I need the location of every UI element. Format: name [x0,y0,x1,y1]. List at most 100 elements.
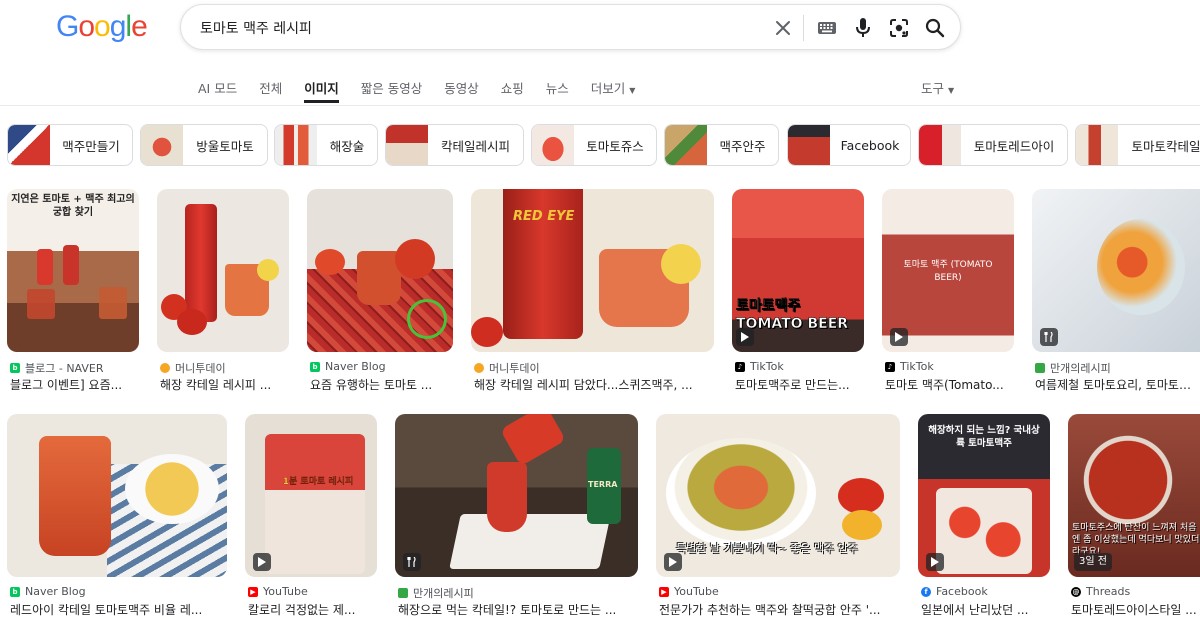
search-box[interactable]: 토마토 맥주 레시피 [180,4,961,50]
source-label: 만개의레시피 [413,587,474,600]
threads-favicon-icon: @ [1071,586,1081,597]
source-label: Threads [1086,585,1131,598]
chip-related-search[interactable]: 해장술 [274,124,378,166]
video-play-badge-icon [926,553,944,571]
video-play-badge-icon [253,553,271,571]
caret-down-icon: ▼ [948,86,955,95]
image-result[interactable]: 특별한 날 기분내기 딱~ 좋은 맥주 안주 ▶ YouTube 전문가가 추천하… [656,414,900,624]
image-caption[interactable]: 해장으로 먹는 칵테일!? 토마토로 만드는 ... [398,601,637,618]
chip-label: 맥주만들기 [62,138,120,154]
image-thumbnail: 토마토 맥주 (TOMATO BEER) [882,189,1014,352]
chip-thumbnail [532,125,574,165]
image-source: ▶ YouTube [659,585,719,598]
image-thumbnail: RED EYE [471,189,714,352]
image-overlay-text: 특별한 날 기분내기 딱~ 좋은 맥주 안주 [676,542,858,555]
image-source: 머니투데이 [474,360,540,376]
chip-thumbnail [1076,125,1118,165]
glass-shape [39,436,111,556]
image-caption[interactable]: 일본에서 난리났던 ... [921,601,1049,618]
image-caption[interactable]: 전문가가 추천하는 맥주와 찰떡궁합 안주 '... [659,601,899,618]
tab-videos[interactable]: 동영상 [444,78,479,106]
logo-letter: o [78,10,95,43]
image-caption[interactable]: 요즘 유행하는 토마토 ... [310,376,452,393]
bottle-shape [499,414,567,467]
tab-shopping[interactable]: 쇼핑 [501,78,524,106]
source-label: TikTok [750,360,784,373]
image-caption[interactable]: 레드아이 칵테일 토마토맥주 비율 레... [10,601,226,618]
facebook-favicon-icon: f [921,586,931,597]
tab-label: 전체 [259,81,283,96]
glass-shape [27,289,55,319]
microphone-icon[interactable] [851,16,875,40]
image-result[interactable]: 토마토 맥주 (TOMATO BEER) ♪ TikTok 토마토 맥주(Toma… [882,189,1014,392]
image-overlay-text: 1분 토마토 레시피 [282,477,354,487]
tab-images[interactable]: 이미지 [304,78,339,106]
image-result[interactable]: 1분 토마토 레시피 ▶ YouTube 칼로리 걱정없는 제... [245,414,377,624]
image-source: ▶ YouTube [248,585,308,598]
lemon-shape [257,259,279,281]
chip-related-search[interactable]: 칵테일레시피 [385,124,524,166]
tab-label: 짧은 동영상 [360,81,423,96]
tools-button[interactable]: 도구 ▼ [921,78,954,97]
image-source: ♪ TikTok [735,360,784,373]
image-caption[interactable]: 토마토맥주로 만드는... [735,376,863,393]
tab-label: 이미지 [304,81,339,96]
recipe-utensils-badge-icon [403,553,421,571]
bottle-shape [63,245,79,285]
chip-related-search[interactable]: 방울토마토 [140,124,268,166]
image-result[interactable]: TERRA 만개의레시피 해장으로 먹는 칵테일!? 토마토로 만드는 ... [395,414,638,624]
chip-related-search[interactable]: 토마토칵테일 [1075,124,1200,166]
search-input[interactable]: 토마토 맥주 레시피 [200,18,312,38]
google-logo[interactable]: Google [56,10,148,44]
tab-label: AI 모드 [198,81,238,96]
tab-all[interactable]: 전체 [259,78,282,106]
image-source: b Naver Blog [10,585,86,598]
image-caption[interactable]: 여름제철 토마토요리, 토마토마리네이드 [1035,376,1199,393]
image-result[interactable]: 토마토맥주 TOMATO BEER ♪ TikTok 토마토맥주로 만드는... [732,189,864,392]
chip-related-search[interactable]: 토마토레드아이 [918,124,1068,166]
image-source: b Naver Blog [310,360,386,373]
image-caption[interactable]: 해장 칵테일 레시피 담았다...스퀴즈맥주, ... [474,376,713,393]
naver-blog-favicon-icon: b [310,361,320,372]
image-result[interactable]: b Naver Blog 레드아이 칵테일 토마토맥주 비율 레... [7,414,227,624]
image-result[interactable]: 만개의레시피 여름제철 토마토요리, 토마토마리네이드 [1032,189,1200,392]
search-icon[interactable] [923,16,947,40]
image-source: 머니투데이 [160,360,226,376]
chip-related-search[interactable]: Facebook [787,124,911,166]
image-source: @ Threads [1071,585,1130,598]
can-label-text: RED EYE [513,209,575,224]
tab-short-videos[interactable]: 짧은 동영상 [361,78,422,106]
10000recipe-favicon-icon [1035,363,1045,373]
image-caption[interactable]: 칼로리 걱정없는 제... [248,601,376,618]
image-caption[interactable]: 토마토 맥주(Tomato... [885,376,1013,393]
video-play-badge-icon [664,553,682,571]
tomato-shape [838,478,884,514]
image-result[interactable]: 지연은 토마토 + 맥주 최고의 궁합 찾기 b 블로그 - NAVER 블로그 … [7,189,139,392]
image-thumbnail [7,414,227,577]
image-result[interactable]: RED EYE 머니투데이 해장 칵테일 레시피 담았다...스퀴즈맥주, ..… [471,189,714,392]
image-thumbnail: 1분 토마토 레시피 [245,414,377,577]
image-caption[interactable]: 토마토레드아이스타일 ... [1071,601,1199,618]
tab-ai-mode[interactable]: AI 모드 [198,78,237,106]
chip-thumbnail [386,125,428,165]
image-result[interactable]: 토마토주스에 탄산이 느껴져 처음엔 좀 이상했는데 먹다보니 맛있더라구요! … [1068,414,1200,624]
tab-news[interactable]: 뉴스 [546,78,569,106]
chip-related-search[interactable]: 토마토쥬스 [531,124,657,166]
chip-related-search[interactable]: 맥주만들기 [7,124,133,166]
image-result[interactable]: b Naver Blog 요즘 유행하는 토마토 ... [307,189,453,392]
chip-label: 방울토마토 [196,138,254,154]
chip-thumbnail [919,125,961,165]
close-icon[interactable] [771,16,795,40]
image-result[interactable]: 머니투데이 해장 칵테일 레시피 ... [157,189,289,392]
image-caption[interactable]: 해장 칵테일 레시피 ... [160,376,288,393]
chip-thumbnail [141,125,183,165]
source-label: Naver Blog [25,585,86,598]
lens-icon[interactable] [887,16,911,40]
search-tabs: AI 모드 전체 이미지 짧은 동영상 동영상 쇼핑 뉴스 더보기 ▼ [198,78,657,106]
image-source: f Facebook [921,585,988,598]
image-result[interactable]: 해장하지 되는 느낌? 국내상륙 토마토맥주 f Facebook 일본에서 난리… [918,414,1050,624]
keyboard-icon[interactable] [815,16,839,40]
tab-more[interactable]: 더보기 ▼ [591,78,636,106]
image-caption[interactable]: 블로그 이벤트] 요즘... [10,376,138,393]
chip-related-search[interactable]: 맥주안주 [664,124,779,166]
